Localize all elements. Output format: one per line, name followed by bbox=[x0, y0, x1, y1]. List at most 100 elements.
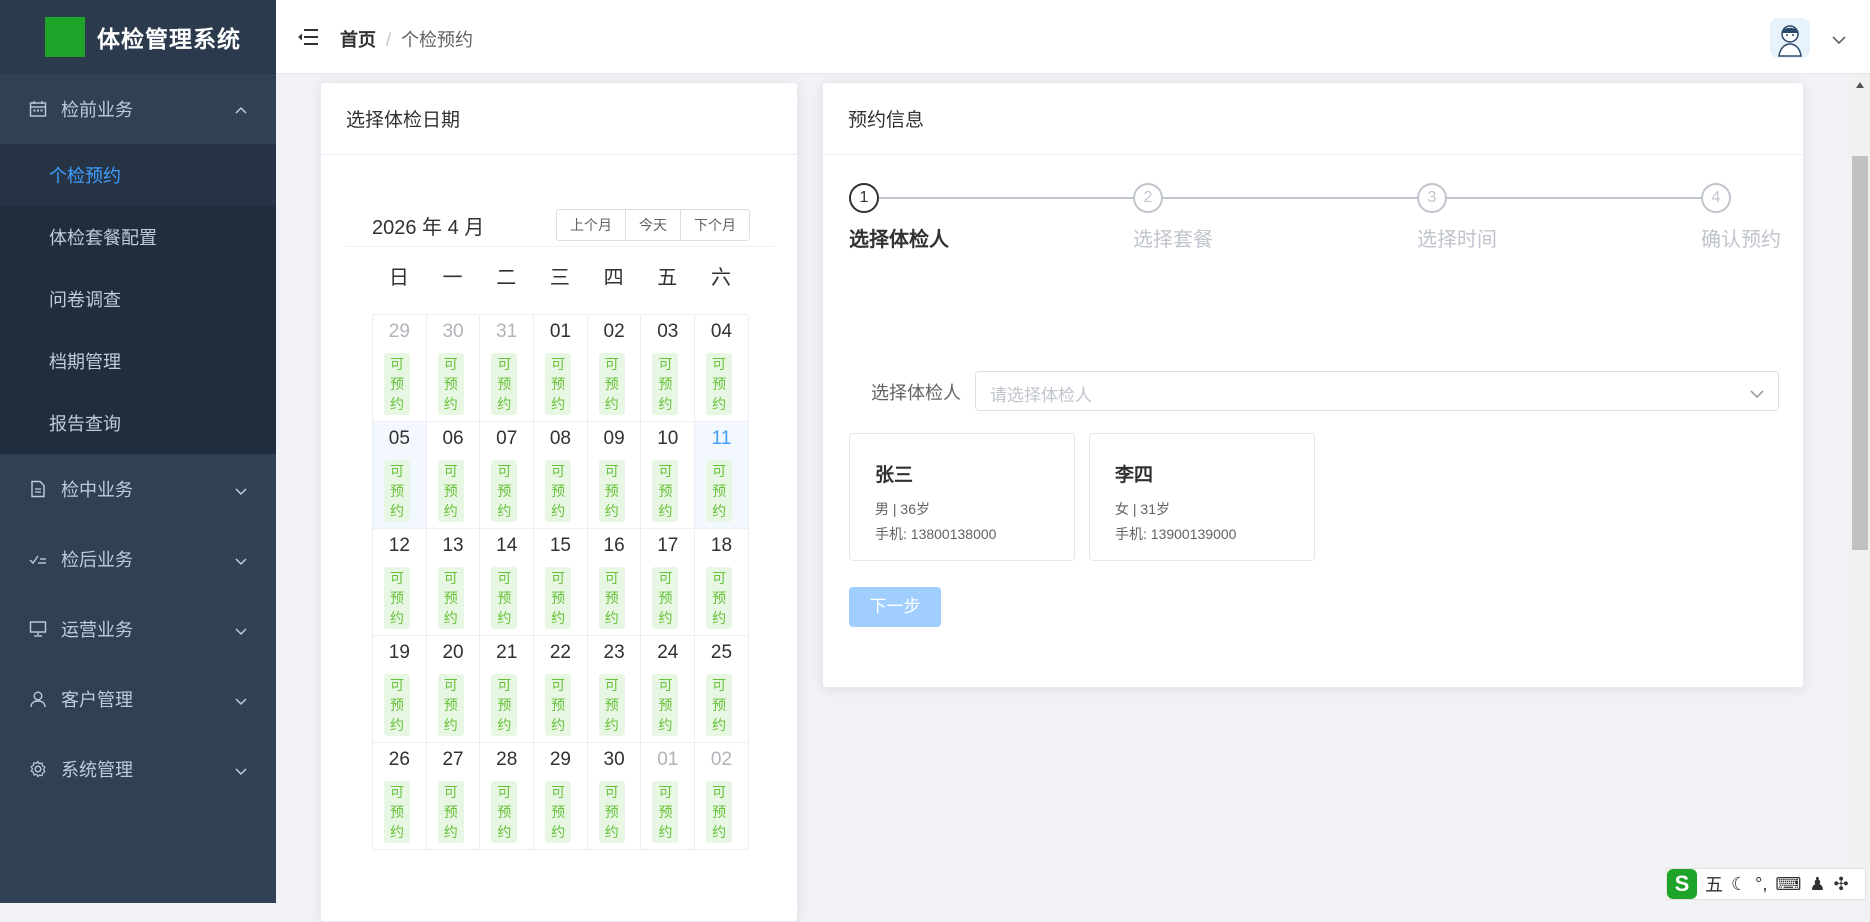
calendar-day-cell[interactable]: 12 可预约 bbox=[373, 529, 427, 636]
day-number: 14 bbox=[496, 535, 518, 556]
hamburger-icon[interactable] bbox=[298, 28, 318, 46]
person-card[interactable]: 张三 男 | 36岁 手机: 13800138000 bbox=[849, 433, 1075, 561]
weekday-label: 一 bbox=[442, 267, 463, 289]
calendar-day-cell[interactable]: 09 可预约 bbox=[587, 422, 642, 529]
badge-char: 预 bbox=[712, 590, 727, 606]
calendar-day-cell[interactable]: 04 可预约 bbox=[695, 315, 749, 422]
calendar-day-cell[interactable]: 20 可预约 bbox=[426, 636, 481, 743]
calendar-day-cell[interactable]: 25 可预约 bbox=[695, 636, 749, 743]
calendar-day-cell[interactable]: 03 可预约 bbox=[641, 315, 696, 422]
calendar-day-cell[interactable]: 15 可预约 bbox=[534, 529, 588, 636]
calendar-day-cell[interactable]: 06 可预约 bbox=[426, 422, 481, 529]
badge-char: 可 bbox=[604, 784, 619, 800]
badge-char: 预 bbox=[390, 590, 404, 606]
ime-mode[interactable]: 五 bbox=[1705, 871, 1723, 897]
calendar-day-cell[interactable]: 05 可预约 bbox=[373, 422, 427, 529]
badge-char: 约 bbox=[712, 396, 727, 412]
grid-icon[interactable]: ✣ bbox=[1833, 874, 1848, 895]
day-number: 30 bbox=[442, 321, 464, 342]
breadcrumb-home[interactable]: 首页 bbox=[340, 30, 376, 50]
document-icon bbox=[28, 479, 48, 499]
calendar-day-cell[interactable]: 01 可预约 bbox=[641, 743, 696, 850]
calendar-day-cell[interactable]: 30 可预约 bbox=[426, 315, 481, 422]
available-badge: 可预约 bbox=[545, 567, 572, 629]
menu-group-pre-exam[interactable]: 检前业务 bbox=[0, 74, 276, 144]
day-number: 31 bbox=[496, 321, 518, 342]
scroll-up-arrow-icon[interactable] bbox=[1856, 82, 1864, 88]
menu-group-system[interactable]: 系统管理 bbox=[0, 734, 276, 804]
ime-punctuation[interactable]: °, bbox=[1755, 874, 1767, 895]
next-step-button[interactable]: 下一步 bbox=[849, 587, 941, 627]
calendar-day-cell[interactable]: 29 可预约 bbox=[373, 315, 427, 422]
menu-group-post-exam[interactable]: 检后业务 bbox=[0, 524, 276, 594]
sidebar-item-label: 个检预约 bbox=[49, 166, 121, 186]
sidebar-item-questionnaire[interactable]: 问卷调查 bbox=[0, 268, 276, 330]
chevron-down-icon[interactable] bbox=[1832, 32, 1846, 45]
person-select[interactable]: 请选择体检人 bbox=[975, 371, 1779, 411]
day-number: 04 bbox=[710, 321, 733, 342]
scrollbar-thumb[interactable] bbox=[1852, 156, 1868, 550]
badge-char: 预 bbox=[658, 376, 673, 392]
sidebar-item-package-config[interactable]: 体检套餐配置 bbox=[0, 206, 276, 268]
calendar-day-cell[interactable]: 01 可预约 bbox=[534, 315, 588, 422]
logo-mark bbox=[45, 17, 85, 57]
person-card[interactable]: 李四 女 | 31岁 手机: 13900139000 bbox=[1089, 433, 1315, 561]
calendar-day-cell[interactable]: 13 可预约 bbox=[426, 529, 481, 636]
chevron-down-icon bbox=[234, 482, 248, 496]
calendar-day-cell[interactable]: 24 可预约 bbox=[641, 636, 696, 743]
calendar-day-cell[interactable]: 18 可预约 bbox=[695, 529, 749, 636]
prev-month-button[interactable]: 上个月 bbox=[557, 210, 626, 240]
next-month-button[interactable]: 下个月 bbox=[681, 210, 749, 240]
calendar-day-cell[interactable]: 02 可预约 bbox=[695, 743, 749, 850]
keyboard-icon[interactable]: ⌨ bbox=[1775, 874, 1801, 895]
badge-char: 预 bbox=[604, 483, 619, 499]
available-badge: 可预约 bbox=[706, 674, 733, 736]
calendar-day-cell[interactable]: 31 可预约 bbox=[480, 315, 535, 422]
calendar-day-cell[interactable]: 10 可预约 bbox=[641, 422, 696, 529]
menu-group-operations[interactable]: 运营业务 bbox=[0, 594, 276, 664]
badge-char: 约 bbox=[390, 824, 404, 840]
calendar-day-cell[interactable]: 07 可预约 bbox=[480, 422, 535, 529]
calendar-day-cell[interactable]: 30 可预约 bbox=[587, 743, 642, 850]
day-number: 08 bbox=[549, 428, 571, 449]
badge-char: 可 bbox=[497, 463, 512, 479]
calendar-day-cell[interactable]: 17 可预约 bbox=[641, 529, 696, 636]
day-number: 30 bbox=[603, 749, 625, 770]
calendar-day-cell[interactable]: 27 可预约 bbox=[426, 743, 481, 850]
badge-char: 可 bbox=[658, 356, 673, 372]
moon-icon[interactable]: ☾ bbox=[1731, 874, 1747, 895]
calendar-day-cell[interactable]: 26 可预约 bbox=[373, 743, 427, 850]
badge-char: 约 bbox=[390, 503, 404, 519]
card-title: 预约信息 bbox=[823, 83, 1803, 155]
sidebar-item-schedule[interactable]: 档期管理 bbox=[0, 330, 276, 392]
app-logo[interactable]: 体检管理系统 bbox=[0, 0, 276, 74]
badge-char: 约 bbox=[604, 503, 619, 519]
calendar-day-cell[interactable]: 29 可预约 bbox=[534, 743, 588, 850]
sidebar-item-report-query[interactable]: 报告查询 bbox=[0, 392, 276, 454]
calendar-day-cell[interactable]: 19 可预约 bbox=[373, 636, 427, 743]
booking-info-card: 预约信息 1 选择体检人 2 选择套餐 3 选择时间 4 确认预约 选择体检人 … bbox=[822, 82, 1804, 688]
breadcrumb-separator: / bbox=[386, 30, 392, 50]
person-icon[interactable]: ♟ bbox=[1809, 874, 1825, 895]
today-button[interactable]: 今天 bbox=[626, 210, 681, 240]
calendar-day-cell[interactable]: 02 可预约 bbox=[587, 315, 642, 422]
available-badge: 可预约 bbox=[384, 567, 410, 629]
calendar-day-cell[interactable]: 14 可预约 bbox=[480, 529, 535, 636]
calendar-day-cell[interactable]: 28 可预约 bbox=[480, 743, 535, 850]
menu-group-label: 检后业务 bbox=[61, 550, 133, 570]
calendar-day-cell[interactable]: 08 可预约 bbox=[534, 422, 588, 529]
menu-group-customers[interactable]: 客户管理 bbox=[0, 664, 276, 734]
day-number: 05 bbox=[388, 428, 410, 449]
calendar-day-cell[interactable]: 21 可预约 bbox=[480, 636, 535, 743]
available-badge: 可预约 bbox=[545, 674, 572, 736]
calendar-day-cell[interactable]: 11 可预约 bbox=[695, 422, 749, 529]
chevron-up-icon bbox=[234, 102, 248, 116]
ime-logo-icon[interactable]: S bbox=[1667, 869, 1697, 899]
top-header: 首页 / 个检预约 bbox=[276, 0, 1870, 74]
calendar-day-cell[interactable]: 16 可预约 bbox=[587, 529, 642, 636]
menu-group-in-exam[interactable]: 检中业务 bbox=[0, 454, 276, 524]
calendar-day-cell[interactable]: 23 可预约 bbox=[587, 636, 642, 743]
sidebar-item-individual-booking[interactable]: 个检预约 bbox=[0, 144, 276, 206]
avatar[interactable] bbox=[1770, 18, 1810, 58]
calendar-day-cell[interactable]: 22 可预约 bbox=[534, 636, 588, 743]
